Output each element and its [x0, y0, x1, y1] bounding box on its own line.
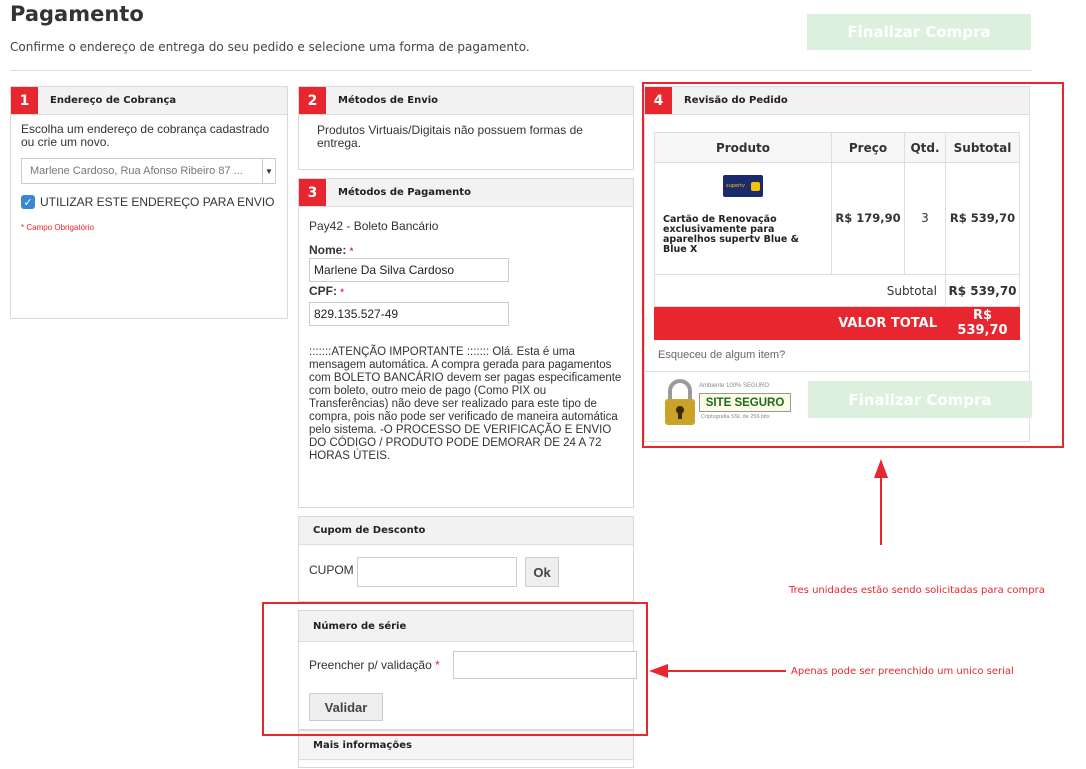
annotation-qty-note: Tres unidades estão sendo solicitadas pa…: [789, 585, 1045, 596]
arrow-up-icon: [874, 459, 888, 545]
arrow-left-icon: [649, 664, 786, 678]
annotation-arrows: [649, 459, 888, 678]
annotation-serial-note: Apenas pode ser preenchido um unico seri…: [791, 666, 1014, 677]
